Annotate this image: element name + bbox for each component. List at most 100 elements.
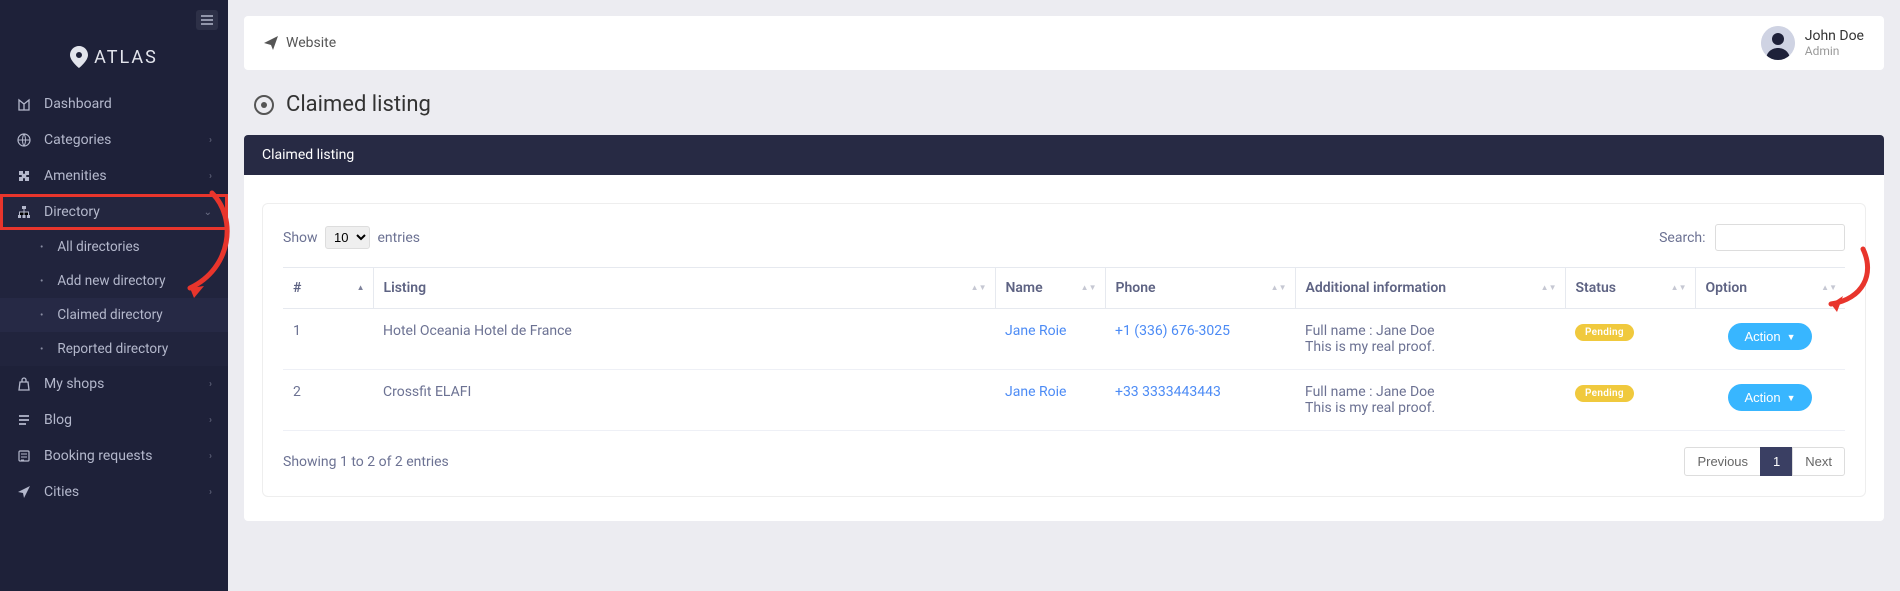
sidebar-item-directory[interactable]: Directory ⌄ <box>0 194 228 230</box>
hierarchy-icon <box>16 204 32 220</box>
cell-index: 1 <box>283 309 373 370</box>
sidebar-item-label: Amenities <box>44 168 107 184</box>
globe-icon <box>16 132 32 148</box>
submenu-item-label: All directories <box>57 239 139 255</box>
submenu-item-label: Claimed directory <box>57 307 162 323</box>
chevron-down-icon: ⌄ <box>204 207 212 218</box>
sidebar-item-cities[interactable]: Cities › <box>0 474 228 510</box>
caret-down-icon: ▼ <box>1787 393 1796 403</box>
col-phone[interactable]: Phone▲▼ <box>1105 268 1295 309</box>
cell-listing: Crossfit ELAFI <box>373 370 995 431</box>
col-info[interactable]: Additional information▲▼ <box>1295 268 1565 309</box>
sidebar-item-label: Blog <box>44 412 72 428</box>
submenu-item-reported-directory[interactable]: • Reported directory <box>0 332 228 366</box>
sidebar-item-amenities[interactable]: Amenities › <box>0 158 228 194</box>
cell-name: Jane Roie <box>995 309 1105 370</box>
sort-icon: ▲▼ <box>1081 285 1097 291</box>
sidebar-item-label: Booking requests <box>44 448 152 464</box>
sidebar-item-label: Dashboard <box>44 96 112 112</box>
cell-name: Jane Roie <box>995 370 1105 431</box>
col-name[interactable]: Name▲▼ <box>995 268 1105 309</box>
sidebar-item-booking-requests[interactable]: Booking requests › <box>0 438 228 474</box>
dashboard-icon <box>16 96 32 112</box>
sort-icon: ▲▼ <box>971 285 987 291</box>
panel-title: Claimed listing <box>244 135 1884 175</box>
sidebar-item-my-shops[interactable]: My shops › <box>0 366 228 402</box>
col-option[interactable]: Option▲▼ <box>1695 268 1845 309</box>
bullet-icon: • <box>40 242 43 253</box>
action-button[interactable]: Action▼ <box>1728 384 1811 411</box>
table-row: 2 Crossfit ELAFI Jane Roie +33 333344344… <box>283 370 1845 431</box>
menu-toggle-button[interactable] <box>196 10 218 30</box>
bullet-icon: • <box>40 276 43 287</box>
name-link[interactable]: Jane Roie <box>1005 384 1066 400</box>
cell-option: Action▼ <box>1695 370 1845 431</box>
chevron-right-icon: › <box>209 415 212 426</box>
sidebar-item-label: Categories <box>44 132 111 148</box>
page-size-select[interactable]: 10 <box>325 226 370 249</box>
main-content: Website John Doe Admin Claimed listing C… <box>228 0 1900 591</box>
phone-link[interactable]: +33 3333443443 <box>1115 384 1221 400</box>
sort-icon: ▲▼ <box>1271 285 1287 291</box>
submenu-item-add-new-directory[interactable]: • Add new directory <box>0 264 228 298</box>
phone-link[interactable]: +1 (336) 676-3025 <box>1115 323 1230 339</box>
sidebar-item-dashboard[interactable]: Dashboard <box>0 86 228 122</box>
sidebar-item-blog[interactable]: Blog › <box>0 402 228 438</box>
chevron-right-icon: › <box>209 379 212 390</box>
col-status[interactable]: Status▲▼ <box>1565 268 1695 309</box>
cell-status: Pending <box>1565 370 1695 431</box>
user-name: John Doe <box>1805 28 1864 44</box>
search-input[interactable] <box>1715 224 1845 251</box>
chevron-right-icon: › <box>209 171 212 182</box>
cell-listing: Hotel Oceania Hotel de France <box>373 309 995 370</box>
cell-status: Pending <box>1565 309 1695 370</box>
panel: Claimed listing Show 10 entries Search: <box>244 135 1884 521</box>
submenu-item-claimed-directory[interactable]: • Claimed directory <box>0 298 228 332</box>
website-link[interactable]: Website <box>264 35 336 51</box>
submenu-item-all-directories[interactable]: • All directories <box>0 230 228 264</box>
pagination-prev[interactable]: Previous <box>1684 447 1761 476</box>
list-icon <box>16 412 32 428</box>
cell-info: Full name : Jane DoeThis is my real proo… <box>1295 309 1565 370</box>
sort-icon: ▲▼ <box>1821 285 1837 291</box>
user-role: Admin <box>1805 44 1864 58</box>
cell-index: 2 <box>283 370 373 431</box>
col-index[interactable]: #▲ <box>283 268 373 309</box>
sidebar-item-categories[interactable]: Categories › <box>0 122 228 158</box>
sort-icon: ▲▼ <box>1541 285 1557 291</box>
sidebar-item-label: My shops <box>44 376 104 392</box>
status-badge: Pending <box>1575 385 1634 402</box>
chevron-right-icon: › <box>209 135 212 146</box>
show-label: Show <box>283 230 318 246</box>
user-menu[interactable]: John Doe Admin <box>1761 26 1864 60</box>
sort-icon: ▲ <box>357 285 365 291</box>
entries-label: entries <box>378 230 421 246</box>
location-arrow-icon <box>16 484 32 500</box>
sidebar: ATLAS Dashboard Categories › Amenities ›… <box>0 0 228 591</box>
sort-icon: ▲▼ <box>1671 285 1687 291</box>
cell-info: Full name : Jane DoeThis is my real proo… <box>1295 370 1565 431</box>
action-button[interactable]: Action▼ <box>1728 323 1811 350</box>
submenu-item-label: Add new directory <box>57 273 165 289</box>
topbar: Website John Doe Admin <box>244 16 1884 70</box>
entries-length-control: Show 10 entries <box>283 226 420 249</box>
search-label: Search: <box>1659 230 1705 246</box>
status-badge: Pending <box>1575 324 1634 341</box>
bullet-icon: • <box>40 344 43 355</box>
name-link[interactable]: Jane Roie <box>1005 323 1066 339</box>
bullet-circle-icon <box>254 95 274 115</box>
hamburger-icon <box>201 15 213 25</box>
col-listing[interactable]: Listing▲▼ <box>373 268 995 309</box>
cell-option: Action▼ <box>1695 309 1845 370</box>
bullet-icon: • <box>40 310 43 321</box>
listings-table: #▲ Listing▲▼ Name▲▼ Phone▲▼ Additional i… <box>283 267 1845 431</box>
avatar <box>1761 26 1795 60</box>
table-row: 1 Hotel Oceania Hotel de France Jane Roi… <box>283 309 1845 370</box>
pagination-page[interactable]: 1 <box>1760 447 1793 476</box>
location-pin-icon <box>70 46 88 68</box>
bag-icon <box>16 376 32 392</box>
pagination-next[interactable]: Next <box>1792 447 1845 476</box>
brand-logo[interactable]: ATLAS <box>0 40 228 86</box>
page-title: Claimed listing <box>286 92 431 117</box>
submenu-item-label: Reported directory <box>57 341 168 357</box>
